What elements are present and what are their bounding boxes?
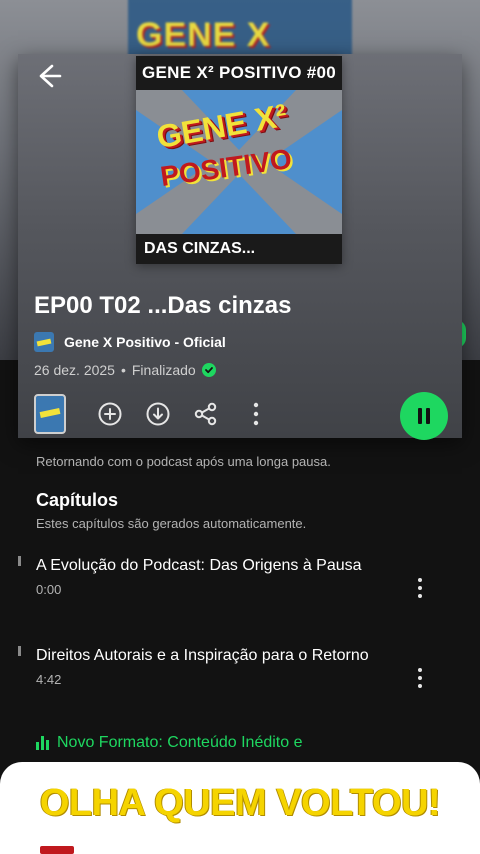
chapter-title: Direitos Autorais e a Inspiração para o … bbox=[36, 647, 369, 664]
show-avatar bbox=[34, 332, 54, 352]
chapter-item-playing[interactable]: Novo Formato: Conteúdo Inédito e bbox=[36, 734, 302, 752]
show-name: Gene X Positivo - Oficial bbox=[64, 334, 226, 350]
chapter-marker bbox=[18, 556, 21, 566]
cover-episode-number: #00 bbox=[306, 63, 336, 82]
chapter-title: A Evolução do Podcast: Das Origens à Pau… bbox=[36, 557, 362, 574]
background-cover-art: GENE X bbox=[128, 0, 352, 62]
episode-actions bbox=[34, 392, 448, 440]
background-cover-text: GENE X bbox=[136, 16, 271, 54]
chapters-heading: Capítulos bbox=[36, 490, 119, 510]
chapter-title-playing: Novo Formato: Conteúdo Inédito e bbox=[57, 734, 303, 751]
episode-meta: 26 dez. 2025 • Finalizado bbox=[34, 362, 216, 378]
chapter-time: 0:00 bbox=[36, 582, 62, 597]
episode-description: Retornando com o podcast após uma longa … bbox=[36, 454, 331, 469]
chapter-more-icon[interactable] bbox=[412, 576, 428, 600]
pause-button[interactable] bbox=[400, 392, 448, 440]
cover-series-name: GENE X² POSITIVO bbox=[142, 63, 302, 82]
chapter-marker bbox=[18, 646, 21, 656]
equalizer-icon bbox=[36, 736, 49, 750]
check-icon bbox=[201, 363, 216, 377]
add-plus-icon[interactable] bbox=[96, 400, 124, 428]
mini-player-strip bbox=[40, 846, 440, 854]
episode-date: 26 dez. 2025 bbox=[34, 362, 115, 378]
back-arrow-icon[interactable] bbox=[32, 60, 64, 92]
episode-title: EP00 T02 ...Das cinzas bbox=[34, 292, 292, 319]
episode-thumbnail-button[interactable] bbox=[34, 394, 66, 434]
chapters-subheading: Estes capítulos são gerados automaticame… bbox=[36, 516, 307, 531]
pause-icon bbox=[418, 408, 430, 424]
chapter-item[interactable]: Direitos Autorais e a Inspiração para o … bbox=[36, 644, 396, 687]
share-icon[interactable] bbox=[192, 400, 220, 428]
caption-text: OLHA QUEM VOLTOU! bbox=[39, 782, 441, 824]
cover-top-bar: GENE X² POSITIVO #00 bbox=[136, 56, 342, 90]
chapter-more-icon[interactable] bbox=[412, 666, 428, 690]
download-icon[interactable] bbox=[144, 400, 172, 428]
episode-card: GENE X² POSITIVO #00 GENE X² POSITIVO DA… bbox=[18, 54, 462, 440]
chapter-item[interactable]: A Evolução do Podcast: Das Origens à Pau… bbox=[36, 554, 396, 597]
episode-cover-art: GENE X² POSITIVO #00 GENE X² POSITIVO DA… bbox=[136, 56, 342, 264]
episode-status: Finalizado bbox=[131, 362, 196, 378]
more-options-icon[interactable] bbox=[242, 400, 270, 428]
meta-separator: • bbox=[120, 362, 126, 378]
chapter-time: 4:42 bbox=[36, 672, 62, 687]
show-link[interactable]: Gene X Positivo - Oficial bbox=[34, 332, 226, 352]
cover-subtitle: DAS CINZAS... bbox=[136, 234, 342, 264]
